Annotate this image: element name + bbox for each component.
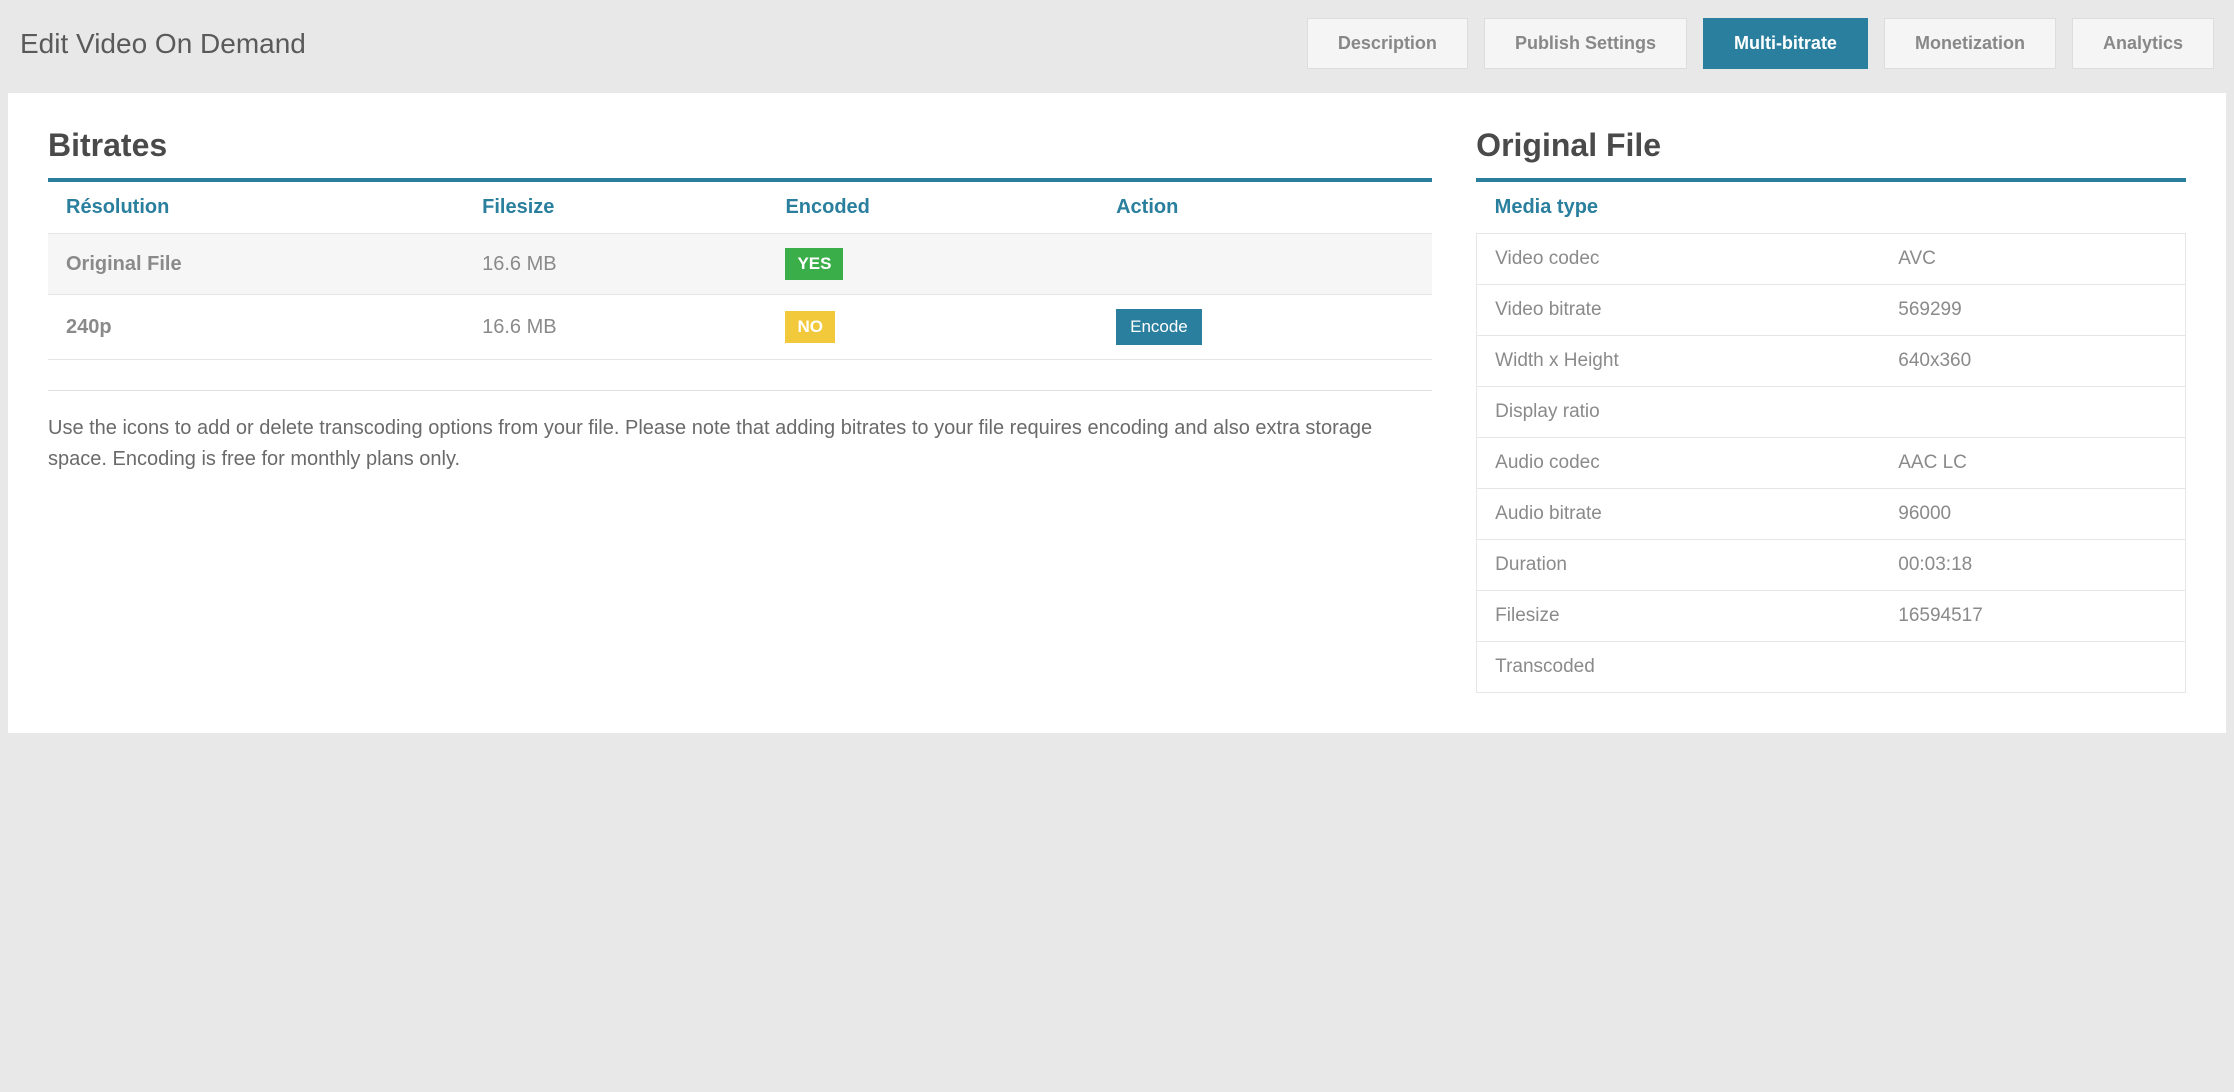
page-title: Edit Video On Demand <box>20 28 306 60</box>
table-row: Video bitrate569299 <box>1477 285 2186 336</box>
info-value: AAC LC <box>1880 438 2185 489</box>
cell-resolution: Original File <box>48 234 464 295</box>
info-label: Duration <box>1477 540 1881 591</box>
encode-button[interactable]: Encode <box>1116 309 1202 345</box>
info-label: Audio codec <box>1477 438 1881 489</box>
cell-filesize: 16.6 MB <box>464 295 767 360</box>
table-row: Original File 16.6 MB YES <box>48 234 1432 295</box>
table-row: Transcoded <box>1477 642 2186 693</box>
bitrates-note: Use the icons to add or delete transcodi… <box>48 413 1432 475</box>
original-file-heading: Original File <box>1476 127 2186 182</box>
table-row: Audio bitrate96000 <box>1477 489 2186 540</box>
bitrates-table: Résolution Filesize Encoded Action Origi… <box>48 182 1432 360</box>
tabs: Description Publish Settings Multi-bitra… <box>1307 18 2214 69</box>
info-value: 640x360 <box>1880 336 2185 387</box>
table-row: Audio codecAAC LC <box>1477 438 2186 489</box>
tab-multi-bitrate[interactable]: Multi-bitrate <box>1703 18 1868 69</box>
col-encoded: Encoded <box>767 182 1098 234</box>
cell-action <box>1098 234 1432 295</box>
encoded-badge-no: NO <box>785 311 835 343</box>
table-row: Filesize16594517 <box>1477 591 2186 642</box>
table-row: 240p 16.6 MB NO Encode <box>48 295 1432 360</box>
table-row: Duration00:03:18 <box>1477 540 2186 591</box>
tab-description[interactable]: Description <box>1307 18 1468 69</box>
cell-encoded: YES <box>767 234 1098 295</box>
info-value: 569299 <box>1880 285 2185 336</box>
info-value <box>1880 387 2185 438</box>
info-label: Transcoded <box>1477 642 1881 693</box>
divider <box>48 390 1432 391</box>
info-value: AVC <box>1880 234 2185 285</box>
content-panel: Bitrates Résolution Filesize Encoded Act… <box>8 93 2226 733</box>
col-filesize: Filesize <box>464 182 767 234</box>
original-file-table: Media type Video codecAVC Video bitrate5… <box>1476 182 2186 693</box>
tab-analytics[interactable]: Analytics <box>2072 18 2214 69</box>
topbar: Edit Video On Demand Description Publish… <box>0 0 2234 93</box>
bitrates-heading: Bitrates <box>48 127 1432 182</box>
cell-encoded: NO <box>767 295 1098 360</box>
encoded-badge-yes: YES <box>785 248 843 280</box>
cell-action: Encode <box>1098 295 1432 360</box>
table-row: Video codecAVC <box>1477 234 2186 285</box>
info-label: Video codec <box>1477 234 1881 285</box>
info-value: 96000 <box>1880 489 2185 540</box>
info-label: Filesize <box>1477 591 1881 642</box>
cell-resolution: 240p <box>48 295 464 360</box>
cell-filesize: 16.6 MB <box>464 234 767 295</box>
info-label: Video bitrate <box>1477 285 1881 336</box>
tab-monetization[interactable]: Monetization <box>1884 18 2056 69</box>
info-label: Display ratio <box>1477 387 1881 438</box>
info-value: 16594517 <box>1880 591 2185 642</box>
table-row: Width x Height640x360 <box>1477 336 2186 387</box>
info-label: Width x Height <box>1477 336 1881 387</box>
media-type-header: Media type <box>1477 182 2186 234</box>
info-value <box>1880 642 2185 693</box>
col-action: Action <box>1098 182 1432 234</box>
info-value: 00:03:18 <box>1880 540 2185 591</box>
info-label: Audio bitrate <box>1477 489 1881 540</box>
bitrates-section: Bitrates Résolution Filesize Encoded Act… <box>48 127 1432 693</box>
tab-publish-settings[interactable]: Publish Settings <box>1484 18 1687 69</box>
original-file-section: Original File Media type Video codecAVC … <box>1476 127 2186 693</box>
table-row: Display ratio <box>1477 387 2186 438</box>
col-resolution: Résolution <box>48 182 464 234</box>
